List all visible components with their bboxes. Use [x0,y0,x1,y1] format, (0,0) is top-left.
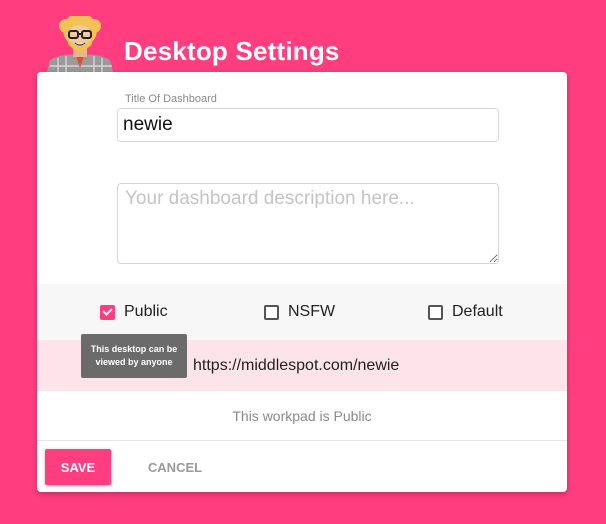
divider [37,440,567,441]
avatar-icon [46,16,114,76]
title-input[interactable] [117,108,499,142]
cancel-button[interactable]: CANCEL [135,449,215,485]
public-tooltip: This desktop can be viewed by anyone [81,334,187,378]
avatar [44,16,116,76]
visibility-options-row: Public NSFW Default [37,284,567,340]
header: Desktop Settings [0,0,606,76]
public-label: Public [124,303,168,320]
description-input[interactable] [117,183,499,264]
public-option[interactable]: Public [100,302,168,322]
workpad-status-text: This workpad is Public [232,408,372,424]
page-title: Desktop Settings [124,36,340,66]
settings-card: Title Of Dashboard Public NSFW Default h… [37,72,567,492]
default-checkbox[interactable] [428,304,443,320]
nsfw-label: NSFW [288,303,336,320]
nsfw-option[interactable]: NSFW [264,302,335,322]
default-option[interactable]: Default [428,302,503,322]
nsfw-checkbox[interactable] [264,304,279,320]
default-label: Default [452,303,503,320]
public-url-link[interactable]: https://middlespot.com/newie [193,357,399,375]
save-button[interactable]: SAVE [45,449,111,485]
title-field-label: Title Of Dashboard [125,93,217,105]
public-checkbox[interactable] [100,304,115,320]
